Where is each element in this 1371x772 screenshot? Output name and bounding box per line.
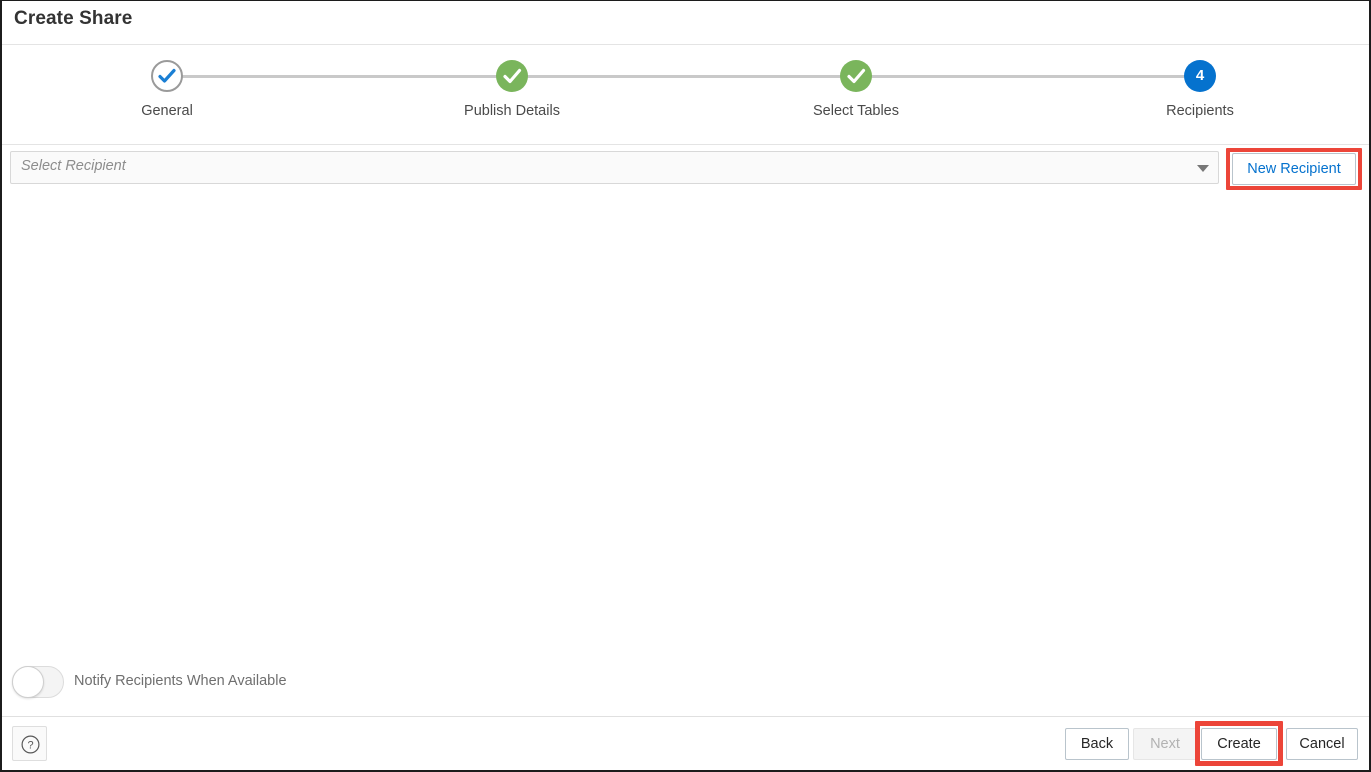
recipient-select[interactable]: Select Recipient — [10, 151, 1219, 184]
step-publish-details[interactable]: Publish Details — [432, 45, 592, 119]
new-recipient-button[interactable]: New Recipient — [1232, 153, 1356, 185]
step-recipients-label: Recipients — [1166, 103, 1234, 119]
dialog-footer: ? Back Next Create Cancel — [2, 716, 1369, 770]
wizard-stepper: General Publish Details Select Tables 4 — [2, 45, 1369, 145]
check-icon — [847, 68, 866, 84]
step-recipients-indicator: 4 — [1184, 60, 1216, 92]
step-recipients[interactable]: 4 Recipients — [1120, 45, 1280, 119]
cancel-button[interactable]: Cancel — [1286, 728, 1358, 760]
step-general-indicator — [151, 60, 183, 92]
step-general[interactable]: General — [87, 45, 247, 119]
step-general-label: General — [141, 103, 193, 119]
page-title: Create Share — [14, 8, 133, 29]
dialog-titlebar: Create Share — [2, 1, 1369, 45]
step-select-tables[interactable]: Select Tables — [776, 45, 936, 119]
check-icon — [158, 68, 176, 83]
check-icon — [503, 68, 522, 84]
notify-recipients-toggle[interactable] — [12, 666, 64, 698]
help-circle-icon: ? — [21, 735, 40, 754]
step-select-tables-label: Select Tables — [813, 103, 899, 119]
recipient-row: Select Recipient — [2, 146, 1369, 194]
create-highlight-box — [1195, 721, 1283, 766]
notify-row: Notify Recipients When Available — [2, 661, 1369, 709]
notify-recipients-label: Notify Recipients When Available — [74, 673, 287, 689]
next-button: Next — [1133, 728, 1197, 760]
svg-text:?: ? — [27, 740, 33, 752]
step-publish-details-indicator — [496, 60, 528, 92]
recipient-placeholder: Select Recipient — [21, 158, 126, 174]
chevron-down-icon[interactable] — [1197, 165, 1209, 172]
step-recipients-number: 4 — [1195, 67, 1205, 84]
step-select-tables-indicator — [840, 60, 872, 92]
recipients-list-area — [2, 194, 1369, 654]
create-share-dialog: Create Share General Publish Details Sel… — [0, 0, 1371, 772]
back-button[interactable]: Back — [1065, 728, 1129, 760]
step-publish-details-label: Publish Details — [464, 103, 560, 119]
toggle-knob — [12, 666, 44, 698]
help-button[interactable]: ? — [12, 726, 47, 761]
